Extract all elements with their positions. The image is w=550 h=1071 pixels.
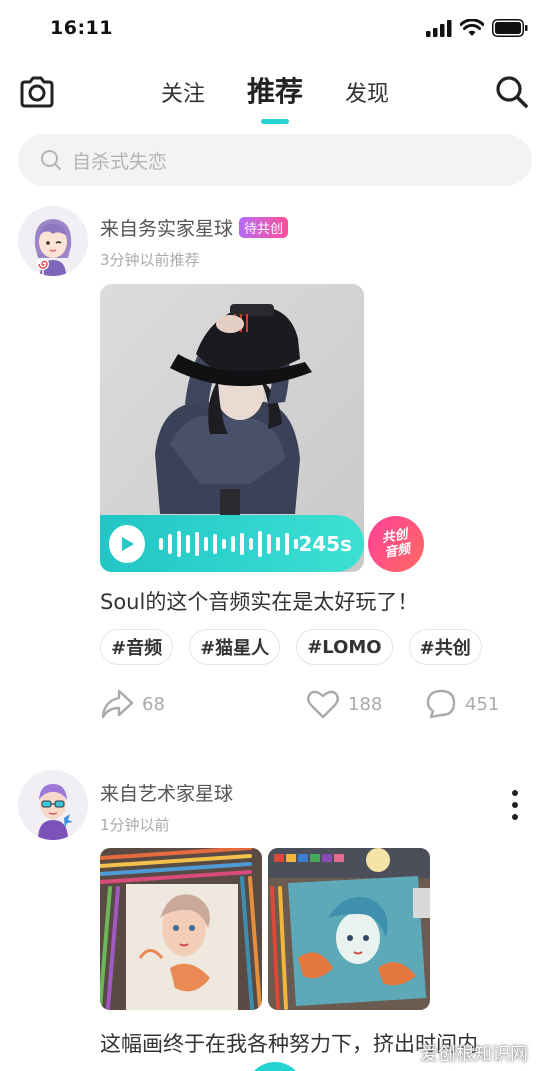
status-time: 16:11: [50, 17, 113, 39]
wifi-icon: [460, 19, 484, 36]
status-bar: 16:11: [0, 0, 550, 58]
cocreate-label-line2: 音频: [383, 541, 412, 562]
more-options-button[interactable]: [510, 790, 520, 820]
user-avatar-icon: [18, 206, 88, 276]
tag-chip[interactable]: #音频: [100, 629, 174, 665]
search-icon: [41, 150, 62, 171]
cocreate-status-badge: 待共创: [239, 217, 289, 238]
tab-recommended-label: 推荐: [246, 75, 303, 108]
post-image[interactable]: [268, 848, 430, 1010]
share-button[interactable]: 68: [100, 688, 165, 720]
dot: [512, 802, 518, 808]
heart-icon: [307, 690, 339, 719]
comment-button[interactable]: 451: [425, 688, 499, 720]
search-placeholder: 自杀式失恋: [72, 150, 168, 173]
audio-duration: 245s: [298, 531, 352, 556]
painting-photo-2: [268, 848, 430, 1010]
active-tab-indicator: [260, 119, 289, 124]
post-source: 来自务实家星球 待共创: [100, 214, 289, 241]
tag-chip[interactable]: #共创: [408, 629, 482, 665]
avatar[interactable]: [18, 770, 88, 840]
watermark: 爱创根知识网: [420, 1044, 528, 1065]
comment-icon: [426, 689, 456, 719]
user-avatar-icon: [18, 770, 88, 840]
audio-player[interactable]: 245s: [100, 515, 364, 572]
play-button[interactable]: [109, 524, 146, 563]
painting-photo-1: [100, 848, 262, 1010]
status-icons: [426, 19, 528, 37]
top-nav: 关注 推荐 发现: [0, 66, 550, 124]
post-text: Soul的这个音频实在是太好玩了！: [100, 590, 419, 614]
tab-recommended[interactable]: 推荐: [246, 66, 303, 124]
tab-discover[interactable]: 发现: [345, 66, 389, 110]
share-count: 68: [142, 693, 165, 715]
comment-count: 451: [465, 693, 500, 715]
post-source-text: 来自务实家星球: [100, 218, 234, 240]
post-source: 来自艺术家星球: [100, 783, 234, 805]
tag-chip[interactable]: #猫星人: [189, 629, 281, 665]
like-count: 188: [348, 693, 383, 715]
publish-button[interactable]: [246, 1062, 304, 1071]
dot: [512, 790, 518, 796]
audio-waveform: [159, 529, 299, 559]
like-button[interactable]: 188: [306, 688, 382, 720]
post-time: 3分钟以前推荐: [100, 251, 200, 269]
search-input[interactable]: 自杀式失恋: [18, 134, 532, 186]
post-actions: 68 188 451: [0, 688, 550, 724]
post-time: 1分钟以前: [100, 816, 170, 834]
search-icon: [496, 76, 528, 108]
feed-tabs: 关注 推荐 发现: [0, 66, 550, 124]
avatar[interactable]: [18, 206, 88, 276]
dot: [512, 814, 518, 820]
post-image[interactable]: [100, 848, 262, 1010]
signal-icon: [426, 19, 452, 37]
share-icon: [101, 689, 134, 719]
cocreate-audio-button[interactable]: 共创 音频: [363, 511, 429, 577]
post-tags: #音频 #猫星人 #LOMO #共创: [100, 629, 482, 665]
search-button[interactable]: [494, 74, 530, 110]
tab-following[interactable]: 关注: [161, 66, 205, 110]
battery-icon: [492, 19, 528, 37]
play-icon: [122, 536, 135, 551]
tag-chip[interactable]: #LOMO: [296, 629, 393, 665]
